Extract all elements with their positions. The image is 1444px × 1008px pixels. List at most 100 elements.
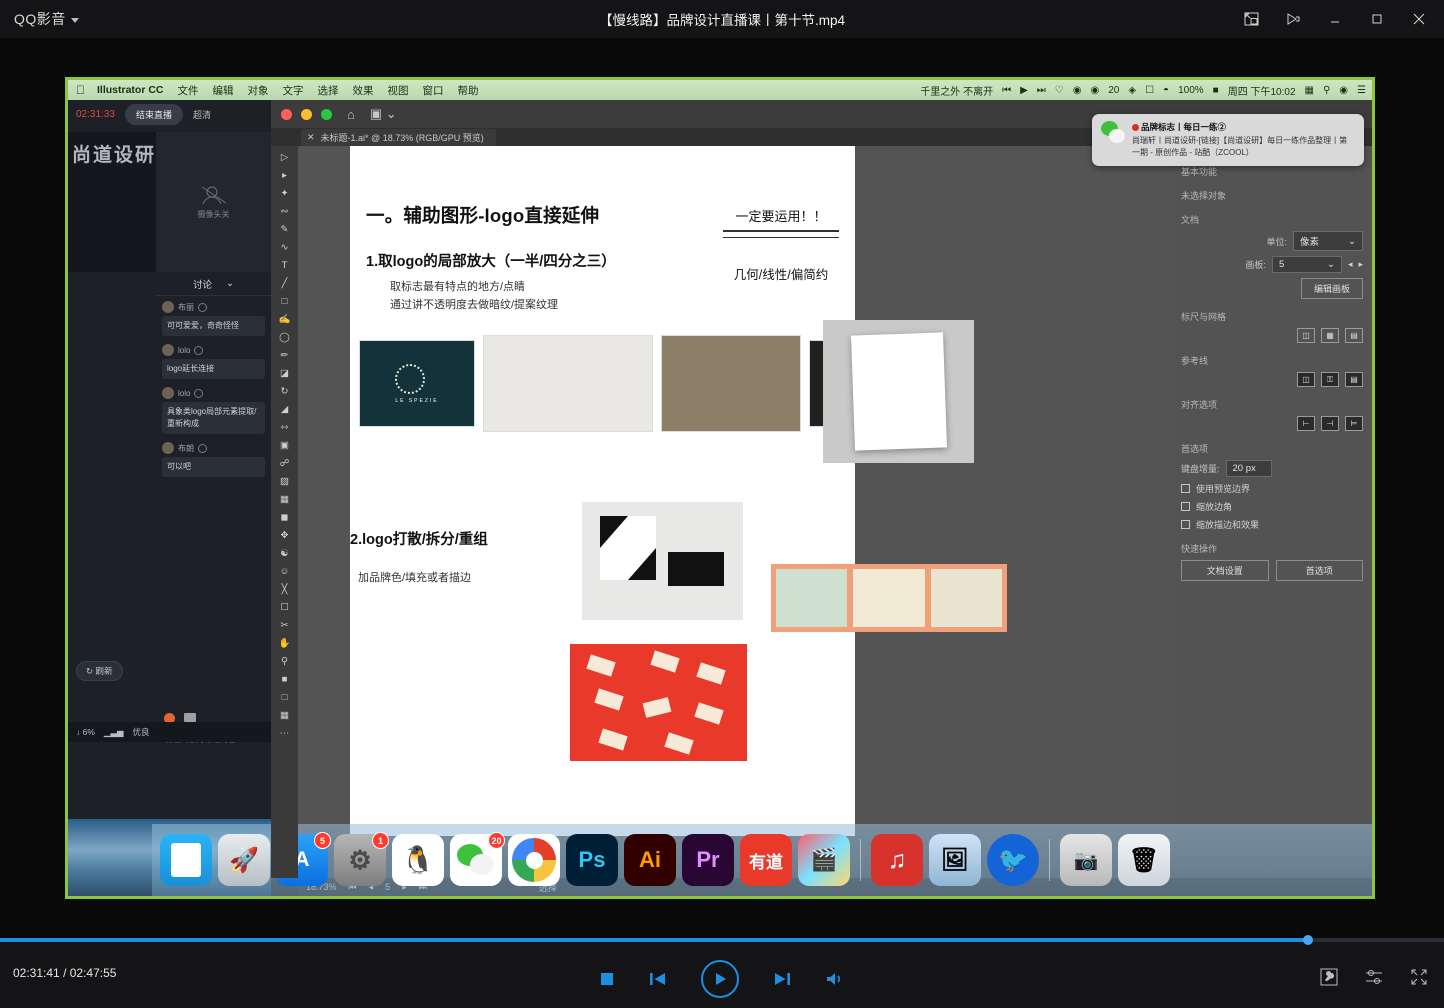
tools-icon[interactable] xyxy=(1320,968,1338,986)
discussion-tab[interactable]: 讨论 ⌄ xyxy=(156,272,271,296)
dock-item-screenshot[interactable]: 📷 xyxy=(1060,834,1112,886)
workspace-switcher-icon[interactable]: ▣ ⌄ xyxy=(370,106,397,122)
hand-tool-icon[interactable]: ✋ xyxy=(275,636,294,651)
folder-icon[interactable] xyxy=(184,713,196,722)
dock-item-finder[interactable] xyxy=(160,834,212,886)
next-button[interactable] xyxy=(773,971,791,987)
dock-item-preview[interactable]: 🖼 xyxy=(929,834,981,886)
menu-select[interactable]: 选择 xyxy=(318,83,339,98)
align-right-icon[interactable]: ⊨ xyxy=(1345,416,1363,431)
control-center-icon[interactable]: ☰ xyxy=(1357,85,1366,96)
zoom-tool-icon[interactable]: ⚲ xyxy=(275,654,294,669)
color-mode-icons[interactable]: □ xyxy=(275,690,294,705)
display-icon[interactable]: ☐ xyxy=(1145,85,1154,96)
toolbar-more-icon[interactable]: ⋯ xyxy=(275,726,294,741)
menu-view[interactable]: 视图 xyxy=(388,83,409,98)
menubar-clock[interactable]: 周四 下午10:02 xyxy=(1228,83,1296,98)
volume-button[interactable] xyxy=(825,971,845,987)
dock-item-youdao[interactable]: 有道 xyxy=(740,834,792,886)
cast-icon[interactable] xyxy=(1278,5,1308,33)
menubar-app-name[interactable]: Illustrator CC xyxy=(97,84,164,96)
wechat-notification[interactable]: 品牌标志丨每日一练② 尚瑞轩丨尚道设研-[链接]【尚道设研】每日一练作品整理丨第… xyxy=(1092,114,1364,166)
menu-object[interactable]: 对象 xyxy=(248,83,269,98)
bluetooth-icon[interactable]: ◈ xyxy=(1128,85,1136,96)
play-track-icon[interactable]: ▶ xyxy=(1020,85,1028,96)
previous-button[interactable] xyxy=(649,971,667,987)
unit-select[interactable]: 像素 ⌄ xyxy=(1293,231,1363,251)
gradient-tool-icon[interactable]: ◼ xyxy=(275,510,294,525)
scale-corners-checkbox[interactable]: 缩放边角 xyxy=(1181,500,1363,513)
apple-logo-icon[interactable]:  xyxy=(76,83,85,97)
artboard-select[interactable]: 5 ⌄ xyxy=(1272,256,1342,273)
heart-icon[interactable]: ♡ xyxy=(1055,85,1064,96)
direct-selection-tool-icon[interactable]: ▸ xyxy=(275,168,294,183)
chevron-down-icon[interactable]: ⌄ xyxy=(226,278,234,289)
dock-item-photoshop[interactable]: Ps xyxy=(566,834,618,886)
release-guides-icon[interactable]: ▤ xyxy=(1345,372,1363,387)
dock-item-final-cut-pro[interactable]: 🎬 xyxy=(798,834,850,886)
show-rulers-icon[interactable]: ◫ xyxy=(1297,328,1315,343)
settings-icon[interactable] xyxy=(1364,968,1384,986)
artboard-tool-icon[interactable]: ☐ xyxy=(275,600,294,615)
dock-item-system-preferences[interactable]: ⚙ 1 xyxy=(334,834,386,886)
lock-guides-icon[interactable]: ⚿ xyxy=(1321,372,1339,387)
close-traffic-light[interactable] xyxy=(281,109,292,120)
artboard[interactable]: 一。辅助图形-logo直接延伸 1.取logo的局部放大（一半/四分之三） 取标… xyxy=(350,146,855,836)
home-icon[interactable]: ⌂ xyxy=(347,107,355,122)
dock-item-wechat[interactable]: 20 xyxy=(450,834,502,886)
close-button[interactable] xyxy=(1404,5,1434,33)
rotate-tool-icon[interactable]: ↻ xyxy=(275,384,294,399)
preferences-button[interactable]: 首选项 xyxy=(1276,560,1364,581)
dock-item-netease-music[interactable]: ♫ xyxy=(871,834,923,886)
chat-message-list[interactable]: 布丽 可可爱爱，奇奇怪怪 lolo logo延长连接 lolo xyxy=(156,296,271,699)
align-center-icon[interactable]: ⊣ xyxy=(1321,416,1339,431)
keyboard-increment-input[interactable]: 20 px xyxy=(1226,460,1272,477)
video-surface[interactable]:  Illustrator CC 文件 编辑 对象 文字 选择 效果 视图 窗口… xyxy=(0,38,1444,938)
refresh-button[interactable]: ↻ 刷新 xyxy=(76,661,123,681)
stop-button[interactable] xyxy=(599,971,615,987)
scale-tool-icon[interactable]: ◢ xyxy=(275,402,294,417)
menu-help[interactable]: 帮助 xyxy=(458,83,479,98)
dock-item-chrome[interactable] xyxy=(508,834,560,886)
column-graph-tool-icon[interactable]: ╳ xyxy=(275,582,294,597)
free-transform-tool-icon[interactable]: ▣ xyxy=(275,438,294,453)
progress-bar[interactable] xyxy=(0,938,1444,942)
zoom-traffic-light[interactable] xyxy=(321,109,332,120)
calendar-icon[interactable]: ▦ xyxy=(1305,85,1314,96)
search-icon[interactable]: ⚲ xyxy=(1323,85,1330,96)
curvature-tool-icon[interactable]: ∿ xyxy=(275,240,294,255)
artboard-prev-button[interactable]: ◂ xyxy=(1348,259,1353,270)
next-track-icon[interactable]: ⏭ xyxy=(1037,85,1046,96)
minimize-traffic-light[interactable] xyxy=(301,109,312,120)
shape-builder-tool-icon[interactable]: ☍ xyxy=(275,456,294,471)
app-menu-button[interactable]: QQ影音 xyxy=(0,9,79,29)
shaper-tool-icon[interactable]: ◯ xyxy=(275,330,294,345)
quality-selector[interactable]: 超清 xyxy=(193,108,211,121)
dock-item-qq[interactable]: 🐧 xyxy=(392,834,444,886)
progress-handle[interactable] xyxy=(1303,935,1313,945)
screen-mode-icon[interactable]: ▦ xyxy=(275,708,294,723)
show-guides-icon[interactable]: ◫ xyxy=(1297,372,1315,387)
dock-item-illustrator[interactable]: Ai xyxy=(624,834,676,886)
fill-stroke-swatch[interactable]: ■ xyxy=(275,672,294,687)
fullscreen-icon[interactable] xyxy=(1410,968,1428,986)
document-setup-button[interactable]: 文档设置 xyxy=(1181,560,1269,581)
mesh-tool-icon[interactable]: ▦ xyxy=(275,492,294,507)
paintbrush-tool-icon[interactable]: ✍ xyxy=(275,312,294,327)
dock-item-trash[interactable]: 🗑 xyxy=(1118,834,1170,886)
lasso-tool-icon[interactable]: ∾ xyxy=(275,204,294,219)
maximize-button[interactable] xyxy=(1362,5,1392,33)
magic-wand-tool-icon[interactable]: ✦ xyxy=(275,186,294,201)
symbol-sprayer-tool-icon[interactable]: ☺ xyxy=(275,564,294,579)
play-button[interactable] xyxy=(701,960,739,998)
pen-tool-icon[interactable]: ✎ xyxy=(275,222,294,237)
menu-file[interactable]: 文件 xyxy=(178,83,199,98)
dock-item-launchpad[interactable]: 🚀 xyxy=(218,834,270,886)
menu-type[interactable]: 文字 xyxy=(283,83,304,98)
show-grid-icon[interactable]: ▦ xyxy=(1321,328,1339,343)
pencil-tool-icon[interactable]: ✏ xyxy=(275,348,294,363)
width-tool-icon[interactable]: ⇿ xyxy=(275,420,294,435)
menu-window[interactable]: 窗口 xyxy=(423,83,444,98)
edit-artboards-button[interactable]: 编辑画板 xyxy=(1301,278,1363,299)
blend-tool-icon[interactable]: ☯ xyxy=(275,546,294,561)
